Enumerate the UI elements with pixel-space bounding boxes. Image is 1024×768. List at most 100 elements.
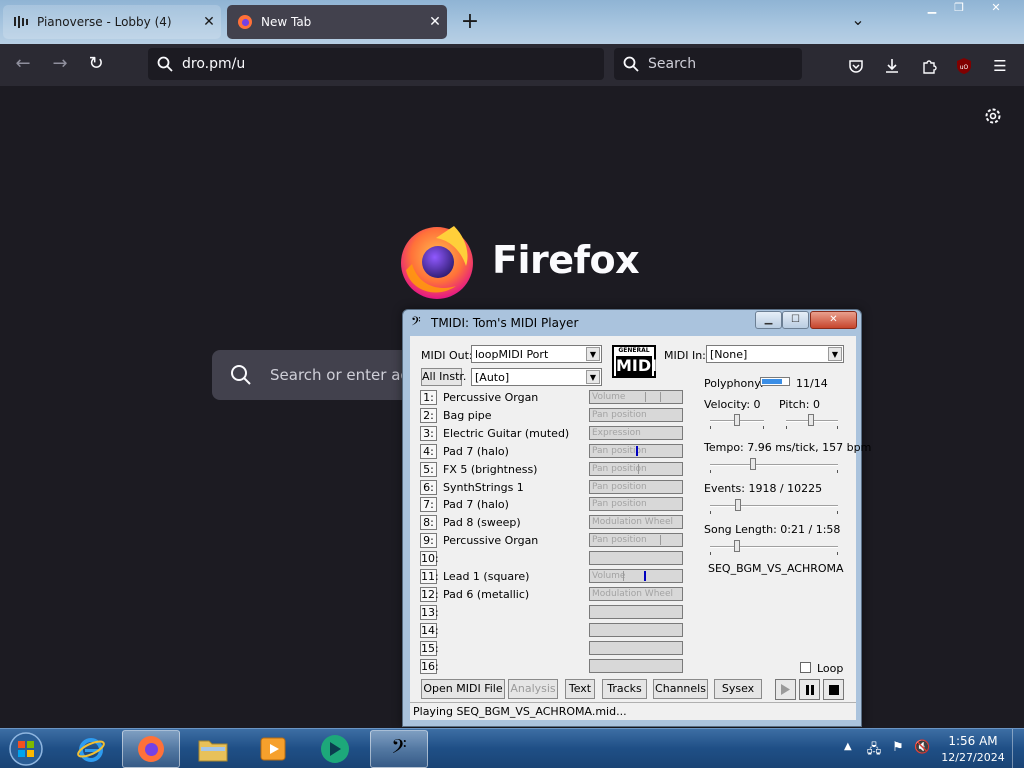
taskbar-firefox[interactable] <box>122 730 180 768</box>
channel-controller-bar[interactable] <box>589 623 683 637</box>
show-hidden-icons-icon[interactable]: ▲ <box>844 741 852 752</box>
channel-controller-bar[interactable] <box>589 605 683 619</box>
channel-controller-bar[interactable]: Modulation Wheel <box>589 587 683 601</box>
channel-number[interactable]: 12: <box>420 587 439 602</box>
channel-controller-bar[interactable]: Expression <box>589 426 683 440</box>
channel-number[interactable]: 1: <box>420 390 437 405</box>
text-button[interactable]: Text <box>565 679 595 699</box>
analysis-button[interactable]: Analysis <box>508 679 558 699</box>
channel-controller-bar[interactable]: Pan position <box>589 533 683 547</box>
channel-number[interactable]: 15: <box>420 641 439 656</box>
search-bar[interactable]: Search <box>614 48 802 80</box>
channel-controller-bar[interactable]: Pan position <box>589 408 683 422</box>
channel-controller-label: Pan position <box>592 410 647 420</box>
back-icon[interactable]: ← <box>10 53 36 77</box>
open-midi-file-button[interactable]: Open MIDI File <box>421 679 505 699</box>
channel-number[interactable]: 9: <box>420 533 437 548</box>
action-center-flag-icon[interactable]: ⚑ <box>890 740 906 756</box>
pocket-icon[interactable] <box>844 54 868 78</box>
loop-checkbox[interactable] <box>800 662 811 673</box>
channels-button[interactable]: Channels <box>653 679 708 699</box>
address-bar[interactable]: dro.pm/u <box>148 48 604 80</box>
channel-number[interactable]: 14: <box>420 623 439 638</box>
all-instr-button[interactable]: All Instr. <box>421 368 466 386</box>
play-button[interactable] <box>775 679 796 700</box>
clock-date[interactable]: 12/27/2024 <box>940 751 1006 764</box>
tab-pianoverse[interactable]: Pianoverse - Lobby (4) ✕ <box>3 5 221 39</box>
channel-controller-bar[interactable]: Volume <box>589 390 683 404</box>
channel-number[interactable]: 10: <box>420 551 439 566</box>
channel-controller-bar[interactable]: Modulation Wheel <box>589 515 683 529</box>
channel-number[interactable]: 3: <box>420 426 437 441</box>
channel-controller-bar[interactable]: Pan position <box>589 462 683 476</box>
channel-controller-bar[interactable] <box>589 659 683 673</box>
maximize-button[interactable]: ☐ <box>782 311 809 329</box>
tracks-button[interactable]: Tracks <box>602 679 647 699</box>
channel-controller-bar[interactable]: Volume <box>589 569 683 583</box>
minimize-button[interactable]: ▁ <box>755 311 782 329</box>
channel-number[interactable]: 13: <box>420 605 439 620</box>
network-icon[interactable]: 🖧 <box>866 740 882 757</box>
start-button-icon[interactable] <box>6 731 46 767</box>
show-desktop-button[interactable] <box>1012 729 1024 768</box>
clock-time[interactable]: 1:56 AM <box>944 734 1002 748</box>
taskbar-tmidi[interactable]: 𝄢 <box>370 730 428 768</box>
channel-number[interactable]: 6: <box>420 480 437 495</box>
pitch-slider[interactable] <box>786 413 838 429</box>
downloads-icon[interactable] <box>880 54 904 78</box>
events-label: Events: 1918 / 10225 <box>704 482 823 495</box>
play-icon <box>781 684 790 695</box>
close-tab-icon[interactable]: ✕ <box>197 14 221 30</box>
song-position-slider[interactable] <box>710 539 838 555</box>
volume-muted-icon[interactable]: 🔇 <box>914 740 930 756</box>
window-minimize-button[interactable]: ▁ <box>918 0 946 18</box>
velocity-slider[interactable] <box>710 413 764 429</box>
taskbar-media-player[interactable] <box>244 730 302 768</box>
channel-number[interactable]: 16: <box>420 659 439 674</box>
midi-in-select[interactable]: [None] ▼ <box>706 345 844 363</box>
channel-number[interactable]: 11: <box>420 569 439 584</box>
list-all-tabs-icon[interactable]: ⌄ <box>846 10 870 34</box>
channel-controller-bar[interactable] <box>589 641 683 655</box>
pitch-label: Pitch: 0 <box>779 398 820 411</box>
channel-number[interactable]: 2: <box>420 408 437 423</box>
channel-controller-bar[interactable]: Pan position <box>589 497 683 511</box>
taskbar-internet-explorer[interactable] <box>62 730 120 768</box>
stop-button[interactable] <box>823 679 844 700</box>
taskbar-file-explorer[interactable] <box>184 730 242 768</box>
window-restore-button[interactable]: ❐ <box>946 0 972 18</box>
events-slider[interactable] <box>710 498 838 514</box>
channel-controller-label: Pan position <box>592 535 647 545</box>
menu-icon[interactable]: ☰ <box>988 54 1012 78</box>
instrument-mode-select[interactable]: [Auto] ▼ <box>471 368 602 386</box>
channel-number[interactable]: 8: <box>420 515 437 530</box>
close-tab-icon[interactable]: ✕ <box>423 14 447 30</box>
channel-number[interactable]: 4: <box>420 444 437 459</box>
sysex-button[interactable]: Sysex <box>714 679 762 699</box>
taskbar-pianoverse[interactable] <box>306 730 364 768</box>
channel-controller-label: Modulation Wheel <box>592 589 673 599</box>
midi-out-select[interactable]: loopMIDI Port ▼ <box>471 345 602 363</box>
channel-instrument: Pad 8 (sweep) <box>443 516 521 529</box>
new-tab-button[interactable]: + <box>456 9 484 37</box>
controller-position-marker <box>636 446 638 456</box>
settings-gear-icon[interactable] <box>982 105 1004 127</box>
channel-number[interactable]: 7: <box>420 497 437 512</box>
midi-in-label: MIDI In: <box>664 349 706 362</box>
tab-new-tab[interactable]: New Tab ✕ <box>227 5 447 39</box>
channel-number[interactable]: 5: <box>420 462 437 477</box>
forward-icon[interactable]: → <box>47 53 73 77</box>
gm-logo-top: GENERAL <box>618 347 650 354</box>
ublock-origin-icon[interactable]: uO <box>952 54 976 78</box>
reload-icon[interactable]: ↻ <box>83 53 109 77</box>
extensions-icon[interactable] <box>917 54 941 78</box>
close-button[interactable]: ✕ <box>810 311 857 329</box>
channel-controller-bar[interactable] <box>589 551 683 565</box>
window-close-button[interactable]: ✕ <box>972 0 1020 18</box>
controller-position-marker <box>644 571 646 581</box>
tempo-slider[interactable] <box>710 457 838 473</box>
pause-icon <box>805 684 814 695</box>
channel-controller-bar[interactable]: Pan position <box>589 480 683 494</box>
channel-controller-bar[interactable]: Pan position <box>589 444 683 458</box>
pause-button[interactable] <box>799 679 820 700</box>
